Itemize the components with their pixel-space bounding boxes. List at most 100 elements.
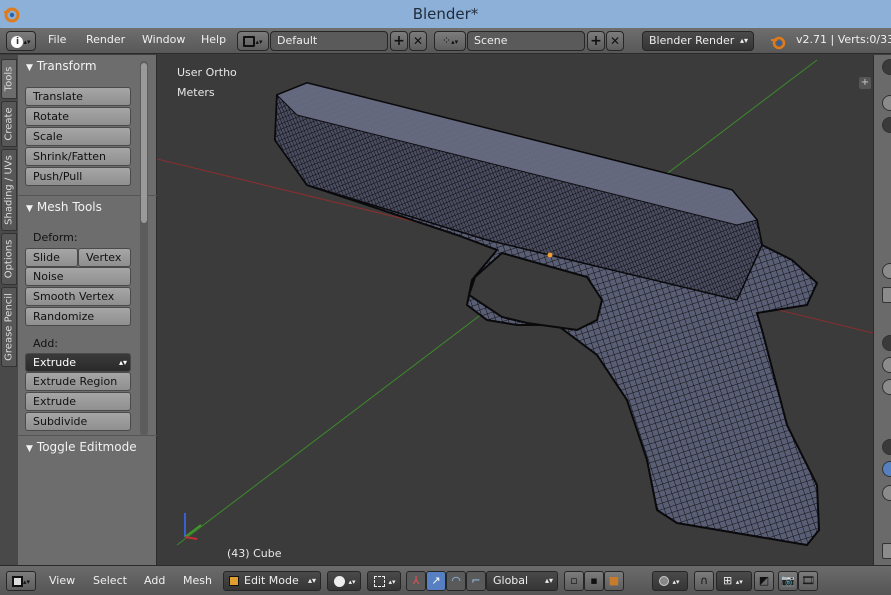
toggle-editmode-panel-header[interactable]: ▼ Toggle Editmode <box>18 435 157 457</box>
screen-layout-selector[interactable]: ▴▾ <box>237 31 269 51</box>
transform-orientation-dropdown[interactable]: Global ▴▾ <box>486 571 558 591</box>
pivot-icon <box>374 575 385 587</box>
render-camera-button[interactable]: 📷 <box>778 571 798 591</box>
translate-manipulator-button[interactable]: ↗ <box>426 571 446 591</box>
menu-select[interactable]: Select <box>93 574 127 587</box>
tool-shelf-tabs: Tools Create Shading / UVs Options Greas… <box>0 55 18 565</box>
screen-layout-field[interactable]: Default <box>270 31 388 51</box>
properties-tab[interactable] <box>882 95 891 111</box>
proportional-icon <box>659 576 669 586</box>
tab-options[interactable]: Options <box>1 233 17 285</box>
properties-radio[interactable] <box>882 485 891 501</box>
manipulator-icon: ⅄ <box>412 574 420 587</box>
collapse-triangle-icon: ▼ <box>26 63 33 73</box>
properties-field[interactable] <box>882 287 891 303</box>
collapse-triangle-icon: ▼ <box>26 444 33 454</box>
scale-button[interactable]: Scale <box>25 127 131 146</box>
properties-context-button[interactable] <box>882 117 891 133</box>
menu-mesh[interactable]: Mesh <box>183 574 212 587</box>
rotate-button[interactable]: Rotate <box>25 107 131 126</box>
translate-button[interactable]: Translate <box>25 87 131 106</box>
units-label: Meters <box>177 86 215 99</box>
render-engine-label: Blender Render <box>649 34 735 47</box>
extrude-individual-button[interactable]: Extrude Individual <box>25 392 131 425</box>
extrude-region-button[interactable]: Extrude Region <box>25 372 131 391</box>
edge-select-mode-button[interactable]: ▪ <box>584 571 604 591</box>
object-info-label: (43) Cube <box>227 547 282 560</box>
slide-vertex-button[interactable]: Vertex <box>78 248 131 267</box>
edit-mode-icon <box>229 576 239 586</box>
arrow-icon: ↗ <box>431 574 441 587</box>
tab-tools[interactable]: Tools <box>1 59 17 99</box>
render-animation-button[interactable]: 🎞 <box>798 571 818 591</box>
info-icon: i <box>11 36 24 48</box>
menu-add[interactable]: Add <box>144 574 165 587</box>
tab-shading-uvs[interactable]: Shading / UVs <box>1 149 17 231</box>
viewport-canvas[interactable] <box>157 55 873 565</box>
tab-grease-pencil[interactable]: Grease Pencil <box>1 287 17 367</box>
delete-scene-button[interactable]: ✕ <box>606 31 624 51</box>
close-icon: ✕ <box>412 34 424 48</box>
snap-toggle-button[interactable]: ∩ <box>694 571 714 591</box>
subdivide-button[interactable]: Subdivide <box>25 412 131 431</box>
properties-radio[interactable] <box>882 263 891 279</box>
plus-icon: + <box>590 33 602 49</box>
push-pull-button[interactable]: Push/Pull <box>25 167 131 186</box>
edge-select-icon: ▪ <box>590 574 598 587</box>
tool-shelf-scrollbar[interactable] <box>140 61 148 436</box>
face-select-mode-button[interactable]: ■ <box>604 571 624 591</box>
deform-label: Deform: <box>33 231 78 244</box>
properties-radio[interactable] <box>882 357 891 373</box>
noise-button[interactable]: Noise <box>25 267 131 286</box>
properties-header-button[interactable] <box>882 59 891 75</box>
editor-type-button[interactable]: ▴▾ <box>6 571 36 591</box>
scale-manipulator-button[interactable]: ⌐ <box>466 571 486 591</box>
editor-type-button[interactable]: i ▴▾ <box>6 31 36 51</box>
properties-radio[interactable] <box>882 379 891 395</box>
rotate-manipulator-button[interactable]: ◠ <box>446 571 466 591</box>
tab-create[interactable]: Create <box>1 101 17 147</box>
scene-statistics: v2.71 | Verts:0/338 <box>796 33 891 46</box>
proportional-editing-dropdown[interactable]: ▴▾ <box>652 571 688 591</box>
pivot-point-dropdown[interactable]: ▴▾ <box>367 571 401 591</box>
screen-layout-icon <box>243 35 256 47</box>
smooth-vertex-button[interactable]: Smooth Vertex <box>25 287 131 306</box>
pistol-mesh[interactable] <box>273 81 821 547</box>
randomize-button[interactable]: Randomize <box>25 307 131 326</box>
properties-field[interactable] <box>882 543 891 559</box>
properties-active-option[interactable] <box>882 461 891 477</box>
add-screen-button[interactable]: + <box>390 31 408 51</box>
scene-selector[interactable]: ⁘▴▾ <box>434 31 466 51</box>
shrink-fatten-button[interactable]: Shrink/Fatten <box>25 147 131 166</box>
menu-file[interactable]: File <box>48 33 66 46</box>
tool-shelf: ▼ Transform Translate Rotate Scale Shrink… <box>18 55 157 565</box>
axis-gizmo <box>184 513 202 540</box>
occlude-geometry-button[interactable]: ◩ <box>754 571 774 591</box>
manipulator-toggle-button[interactable]: ⅄ <box>406 571 426 591</box>
viewport-shading-dropdown[interactable]: ▴▾ <box>327 571 361 591</box>
add-scene-button[interactable]: + <box>587 31 605 51</box>
menu-view[interactable]: View <box>49 574 75 587</box>
menu-render[interactable]: Render <box>86 33 125 46</box>
3d-viewport[interactable]: User Ortho Meters (43) Cube + <box>157 55 873 565</box>
3d-cursor <box>547 252 553 258</box>
menu-window[interactable]: Window <box>142 33 185 46</box>
menu-help[interactable]: Help <box>201 33 226 46</box>
slide-edge-button[interactable]: Slide Ed <box>25 248 78 281</box>
vertex-select-mode-button[interactable]: ▫ <box>564 571 584 591</box>
delete-screen-button[interactable]: ✕ <box>409 31 427 51</box>
plus-icon[interactable]: + <box>859 77 871 89</box>
properties-button[interactable] <box>882 439 891 455</box>
collapse-triangle-icon: ▼ <box>26 204 33 214</box>
scrollbar-thumb[interactable] <box>141 63 147 223</box>
transform-panel-header[interactable]: ▼ Transform <box>18 55 157 77</box>
dropdown-arrows-icon: ▴▾ <box>118 358 127 367</box>
render-engine-dropdown[interactable]: Blender Render ▴▾ <box>642 31 754 51</box>
properties-button[interactable] <box>882 335 891 351</box>
scene-field[interactable]: Scene <box>467 31 585 51</box>
extrude-dropdown[interactable]: Extrude ▴▾ <box>25 353 131 372</box>
mesh-tools-panel-header[interactable]: ▼ Mesh Tools <box>18 195 157 217</box>
snap-element-dropdown[interactable]: ⊞ ▴▾ <box>716 571 752 591</box>
mode-dropdown[interactable]: Edit Mode ▴▾ <box>223 571 321 591</box>
plus-icon: + <box>393 33 405 49</box>
